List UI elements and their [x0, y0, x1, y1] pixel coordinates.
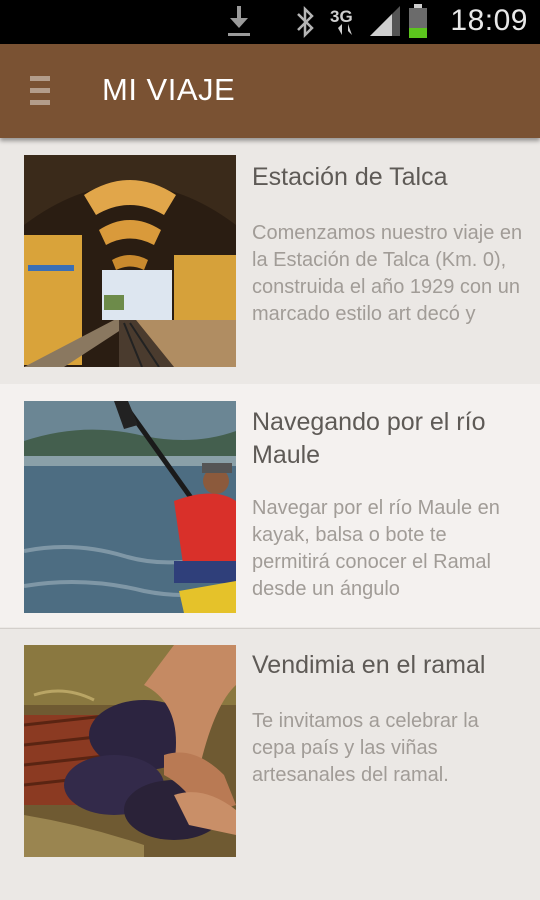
battery-icon	[409, 4, 427, 38]
hamburger-menu-icon[interactable]	[30, 76, 52, 108]
svg-text:3G: 3G	[330, 7, 353, 26]
download-icon	[228, 6, 250, 36]
trip-item-vendimia[interactable]: Vendimia en el ramal Te invitamos a cele…	[0, 627, 540, 900]
bluetooth-icon	[297, 5, 314, 39]
app-bar: MI VIAJE	[0, 44, 540, 138]
trip-description: Te invitamos a celebrar la cepa país y l…	[252, 710, 479, 786]
trip-title: Navegando por el río Maule	[252, 408, 486, 469]
trip-description: Navegar por el río Maule en kayak, balsa…	[252, 497, 500, 600]
train-station-photo	[24, 155, 236, 367]
trip-item-estacion-talca[interactable]: Estación de Talca Comenzamos nuestro via…	[0, 138, 540, 384]
grape-harvest-photo	[24, 645, 236, 857]
trip-title: Vendimia en el ramal	[252, 651, 486, 679]
kayak-photo	[24, 401, 236, 613]
status-bar: 3G 18:09	[0, 0, 540, 44]
signal-icon	[370, 6, 400, 36]
trip-list: Estación de Talca Comenzamos nuestro via…	[0, 138, 540, 900]
trip-description: Comenzamos nuestro viaje en la Estación …	[252, 222, 523, 325]
page-title: MI VIAJE	[102, 72, 236, 107]
trip-title: Estación de Talca	[252, 163, 448, 191]
network-3g-icon: 3G	[330, 7, 353, 35]
status-time: 18:09	[450, 4, 528, 37]
trip-item-rio-maule[interactable]: Navegando por el río Maule Navegar por e…	[0, 384, 540, 627]
